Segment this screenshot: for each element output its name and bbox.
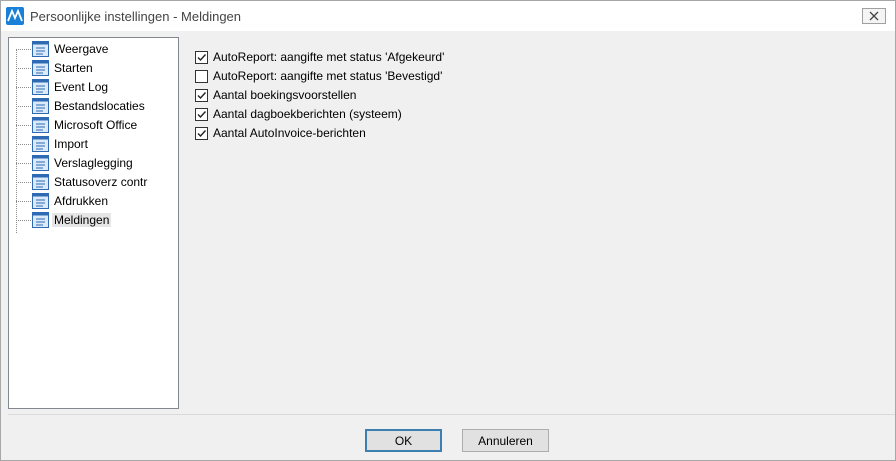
tree-item-label: Event Log (54, 80, 109, 94)
option-label: AutoReport: aangifte met status 'Afgekeu… (213, 50, 445, 64)
tree-branch-line (16, 49, 31, 50)
checkbox[interactable] (195, 51, 208, 64)
option-label: AutoReport: aangifte met status 'Bevesti… (213, 69, 443, 83)
tree-branch-line (16, 220, 31, 221)
app-logo-icon (6, 7, 24, 25)
settings-page-icon (32, 174, 49, 190)
tree-item-label: Meldingen (52, 213, 112, 227)
settings-page-icon (32, 193, 49, 209)
option-label: Aantal dagboekberichten (systeem) (213, 107, 402, 121)
tree-item-afdrukken[interactable]: Afdrukken (9, 192, 177, 211)
dialog-window: Persoonlijke instellingen - Meldingen We… (0, 0, 896, 461)
footer-divider (8, 414, 895, 415)
tree-item-bestandslocaties[interactable]: Bestandslocaties (9, 97, 177, 116)
tree-branch-line (16, 68, 31, 69)
option-aantal-autoinvoice-berichten[interactable]: Aantal AutoInvoice-berichten (195, 125, 615, 143)
tree-item-label: Statusoverz contr (54, 175, 148, 189)
window-title: Persoonlijke instellingen - Meldingen (30, 9, 242, 24)
close-button[interactable] (862, 8, 886, 24)
checkmark-icon (197, 54, 207, 62)
ok-button[interactable]: OK (365, 429, 442, 452)
tree-item-statusoverz-contr[interactable]: Statusoverz contr (9, 173, 177, 192)
option-label: Aantal boekingsvoorstellen (213, 88, 357, 102)
settings-page-icon (32, 136, 49, 152)
option-aantal-dagboekberichten[interactable]: Aantal dagboekberichten (systeem) (195, 106, 615, 124)
tree-branch-line (16, 144, 31, 145)
tree-item-label: Afdrukken (54, 194, 109, 208)
option-aantal-boekingsvoorstellen[interactable]: Aantal boekingsvoorstellen (195, 87, 615, 105)
tree-item-label: Weergave (54, 42, 109, 56)
tree-branch-line (16, 125, 31, 126)
tree-item-label: Import (54, 137, 89, 151)
tree-branch-line (16, 163, 31, 164)
tree-branch-line (16, 201, 31, 202)
tree-item-verslaglegging[interactable]: Verslaglegging (9, 154, 177, 173)
checkbox[interactable] (195, 89, 208, 102)
settings-page-icon (32, 60, 49, 76)
settings-page-icon (32, 155, 49, 171)
tree-item-meldingen[interactable]: Meldingen (9, 211, 177, 230)
tree-branch-line (16, 106, 31, 107)
option-autoreport-afgekeurd[interactable]: AutoReport: aangifte met status 'Afgekeu… (195, 49, 615, 67)
close-icon (869, 11, 879, 21)
tree-branch-line (16, 182, 31, 183)
settings-page-icon (32, 212, 49, 228)
checkbox[interactable] (195, 127, 208, 140)
tree-item-weergave[interactable]: Weergave (9, 40, 177, 59)
tree-item-label: Verslaglegging (54, 156, 133, 170)
settings-tree[interactable]: Weergave Starten Event Log Bestandslocat… (8, 37, 179, 409)
tree-item-starten[interactable]: Starten (9, 59, 177, 78)
settings-page-icon (32, 98, 49, 114)
checkmark-icon (197, 92, 207, 100)
option-autoreport-bevestigd[interactable]: AutoReport: aangifte met status 'Bevesti… (195, 68, 615, 86)
title-bar[interactable]: Persoonlijke instellingen - Meldingen (1, 1, 895, 31)
cancel-button[interactable]: Annuleren (462, 429, 549, 452)
tree-item-microsoft-office[interactable]: Microsoft Office (9, 116, 177, 135)
tree-branch-line (16, 87, 31, 88)
checkmark-icon (197, 111, 207, 119)
checkmark-icon (197, 130, 207, 138)
tree-item-label: Bestandslocaties (54, 99, 145, 113)
option-label: Aantal AutoInvoice-berichten (213, 126, 366, 140)
tree-item-label: Starten (54, 61, 93, 75)
tree-item-import[interactable]: Import (9, 135, 177, 154)
settings-page-icon (32, 79, 49, 95)
checkbox[interactable] (195, 70, 208, 83)
tree-item-event-log[interactable]: Event Log (9, 78, 177, 97)
tree-item-label: Microsoft Office (54, 118, 138, 132)
settings-page-icon (32, 41, 49, 57)
checkbox[interactable] (195, 108, 208, 121)
settings-page-icon (32, 117, 49, 133)
